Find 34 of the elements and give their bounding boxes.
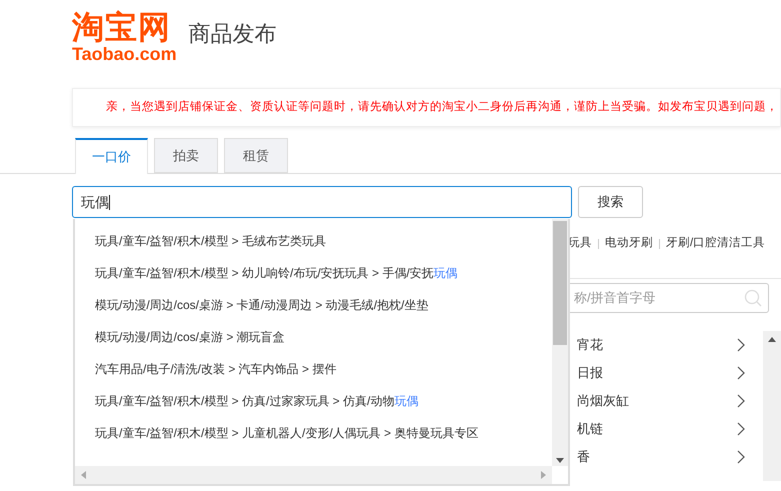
search-icon: [744, 289, 762, 307]
tab[interactable]: 租赁: [224, 138, 288, 173]
hot-keyword-link[interactable]: 牙刷/口腔清洁工具: [666, 235, 766, 253]
suggestion-item[interactable]: 玩具/童车/益智/积木/模型 > 幼儿响铃/布玩/安抚玩具 > 手偶/安抚玩偶: [75, 257, 552, 289]
scroll-left-icon[interactable]: [81, 471, 86, 479]
logo-domain: Taobao.com: [72, 44, 177, 64]
search-field[interactable]: 玩偶: [72, 186, 572, 218]
search-button[interactable]: 搜索: [578, 186, 643, 218]
suggestion-item[interactable]: 模玩/动漫/周边/cos/桌游 > 卡通/动漫周边 > 动漫毛绒/抱枕/坐垫: [75, 289, 552, 321]
tab[interactable]: 拍卖: [154, 138, 218, 173]
category-item[interactable]: 香: [565, 443, 749, 471]
category-item[interactable]: 尚烟灰缸: [565, 387, 749, 415]
chevron-right-icon: [737, 394, 745, 408]
suggestion-item[interactable]: 汽车用品/电子/清洗/改装 > 汽车内饰品 > 摆件: [75, 353, 552, 385]
suggestion-item[interactable]: 玩具/童车/益智/积木/模型 > 儿童机器人/变形/人偶玩具 > 奥特曼玩具专区: [75, 417, 552, 449]
suggestion-item[interactable]: 玩具/童车/益智/积木/模型 > 仿真/过家家玩具 > 仿真/动物玩偶: [75, 385, 552, 417]
hot-keyword-link[interactable]: 电动牙刷: [605, 235, 653, 253]
chevron-right-icon: [737, 338, 745, 352]
scroll-right-icon[interactable]: [541, 471, 546, 479]
chevron-right-icon: [737, 450, 745, 464]
page-title: 商品发布: [188, 20, 277, 48]
notice-text: 亲，当您遇到店铺保证金、资质认证等问题时，请先确认对方的淘宝小二身份后再沟通，谨防上当受骗。如发布宝贝遇到问题，: [106, 99, 778, 115]
chevron-right-icon: [737, 366, 745, 380]
category-item[interactable]: 机链: [565, 415, 749, 443]
scroll-up-icon[interactable]: [768, 337, 776, 342]
category-item[interactable]: 日报: [565, 359, 749, 387]
scrollbar-thumb[interactable]: [553, 220, 567, 344]
suggestion-item[interactable]: 模玩/动漫/周边/cos/桌游 > 潮玩盲盒: [75, 321, 552, 353]
suggestion-item[interactable]: 玩具/童车/益智/积木/模型 > 毛绒布艺类玩具: [75, 225, 552, 257]
category-item[interactable]: 宵花: [565, 331, 749, 359]
chevron-right-icon: [737, 422, 745, 436]
tab[interactable]: 一口价: [75, 138, 148, 174]
scroll-down-icon[interactable]: [556, 458, 564, 463]
logo-wordmark: 淘宝网: [72, 10, 171, 44]
